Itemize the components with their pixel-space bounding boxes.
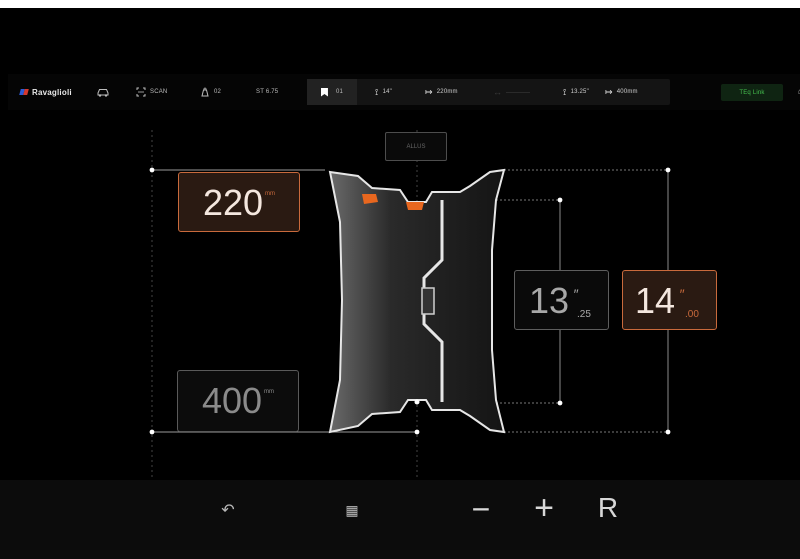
hub-center-icon [421,287,435,315]
measurement-area: ALLUS 220 mm 400 mm 13 ″ .25 14 ″ .00 [0,110,800,480]
reset-button[interactable]: R [590,490,626,526]
weight-icon [201,87,209,97]
minus-icon: − [471,490,491,527]
distance-value: 400 [201,380,263,421]
disabled-dimension-slot: ↔ [493,79,531,105]
decrease-button[interactable]: − [464,490,498,527]
undo-button[interactable]: ↶ [214,496,242,524]
bookmark-icon [320,87,328,97]
rim-diameter-readout: ⟟ 14" [375,79,392,105]
st-label: ST 6.75 [256,89,279,95]
increase-button[interactable]: + [526,488,562,527]
inch-symbol: ″ [679,286,685,302]
dim-point [557,400,563,406]
horizontal-dimension-icon: ↦ [425,86,433,97]
station-label: 02 [214,89,222,95]
rim-width-value: 220mm [436,89,458,95]
reset-label: R [597,492,619,523]
bottom-toolbar: ↶ ▦ − + R [0,480,800,559]
car-icon [97,89,109,97]
horizontal-dimension-icon: ↦ [605,86,613,97]
scan-frame-icon [136,87,146,97]
alt-diameter-int: 13 [529,280,570,321]
empty-value-line [506,91,531,93]
offset-value: 220 [202,182,264,223]
link-button[interactable]: TEq Link [721,84,783,101]
offset-unit: mm [265,191,276,197]
alt-diameter-dec: .25 [577,309,591,320]
vertical-dimension-icon: ⟟ [563,86,567,97]
distance-badge[interactable]: 400 mm [177,370,299,432]
dim-point [149,167,155,173]
scan-button[interactable]: SCAN [136,74,167,110]
dim-point [665,429,671,435]
brand-logo: Ravaglioli [20,74,72,110]
alt-diameter-value: 13.25" [570,89,589,95]
brand-name: Ravaglioli [32,87,72,97]
offset-badge[interactable]: 220 mm [178,172,300,232]
dim-point [149,429,155,435]
scan-label: SCAN [150,89,168,95]
dim-point [557,197,563,203]
wheel-dimension-strip: 01 ⟟ 14" ↦ 220mm ↔ ⟟ 13.25" ↦ 400mm [307,79,670,105]
diameter-dec: .00 [685,309,699,320]
vehicle-button[interactable] [96,74,110,110]
grid-icon: ▦ [345,501,359,518]
station-button[interactable]: 02 [200,74,221,110]
rim-width-readout: ↦ 220mm [425,79,458,105]
st-button[interactable]: ST 6.75 [256,74,278,110]
dim-point [665,167,671,173]
diameter-badge[interactable]: 14 ″ .00 [622,270,717,330]
inch-symbol: ″ [573,286,579,302]
alt-width-value: 400mm [616,89,638,95]
plus-icon: + [534,488,554,527]
weight-clip-icon [406,202,424,210]
undo-icon: ↶ [221,502,235,519]
dim-point [414,429,420,435]
alt-diameter-badge[interactable]: 13 ″ .25 [514,270,609,330]
brand-mark-icon [20,88,29,96]
grid-view-button[interactable]: ▦ [338,496,366,524]
material-tag[interactable]: ALLUS [385,132,447,161]
horizontal-dimension-faint-icon: ↔ [493,87,503,97]
rim-point [414,399,420,405]
preset-button[interactable]: 01 [307,79,357,105]
alt-diameter-readout: ⟟ 13.25" [563,79,589,105]
top-toolbar: Ravaglioli SCAN 02 ST 6.75 01 ⟟ 14" ↦ 22… [8,74,800,110]
preset-label: 01 [335,89,344,95]
alt-width-readout: ↦ 400mm [605,79,638,105]
distance-unit: mm [264,389,275,395]
rim-diameter-value: 14" [382,89,392,95]
diameter-int: 14 [635,280,676,321]
vertical-dimension-icon: ⟟ [375,86,379,97]
